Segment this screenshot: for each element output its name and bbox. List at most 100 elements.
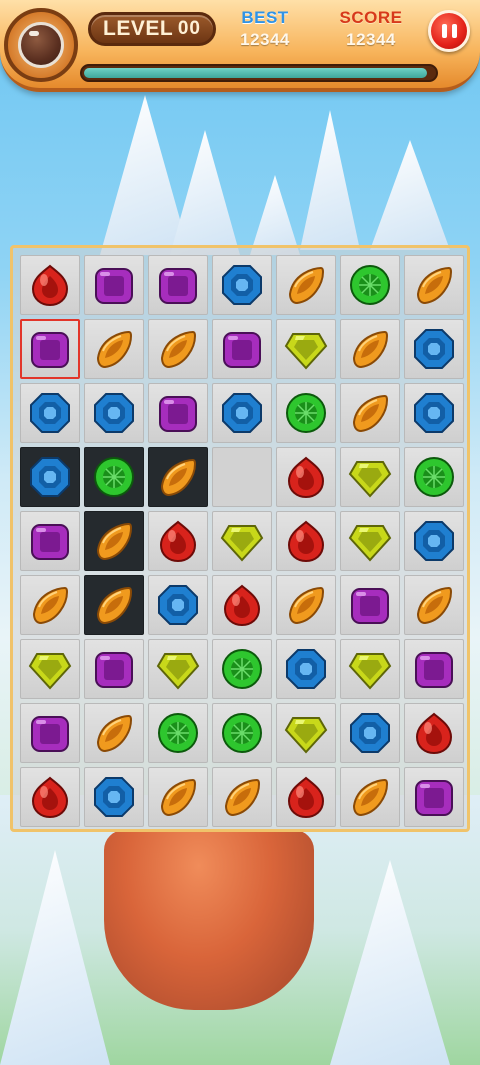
- board-cell[interactable]: [210, 381, 274, 445]
- gem-grid: [18, 253, 466, 829]
- yellow-gem-icon: [220, 525, 264, 562]
- orange-gem-icon: [416, 266, 453, 305]
- board-cell[interactable]: [402, 573, 466, 637]
- board-cell[interactable]: [18, 381, 82, 445]
- pause-button[interactable]: [428, 10, 470, 52]
- board-cell[interactable]: [82, 637, 146, 701]
- board-cell[interactable]: [338, 765, 402, 829]
- board-cell[interactable]: [210, 701, 274, 765]
- board-cell[interactable]: [82, 765, 146, 829]
- board-cell[interactable]: [18, 573, 82, 637]
- board-cell[interactable]: [338, 381, 402, 445]
- board-cell[interactable]: [18, 445, 82, 509]
- board-cell[interactable]: [274, 253, 338, 317]
- board-cell[interactable]: [210, 253, 274, 317]
- game-board: [10, 245, 470, 832]
- board-cell[interactable]: [146, 253, 210, 317]
- blue-gem-icon: [414, 393, 454, 433]
- pause-icon: [441, 24, 447, 38]
- board-cell[interactable]: [210, 509, 274, 573]
- board-cell[interactable]: [210, 445, 274, 509]
- board-cell[interactable]: [82, 317, 146, 381]
- board-cell[interactable]: [82, 253, 146, 317]
- level-label: LEVEL: [103, 17, 174, 40]
- board-cell[interactable]: [210, 573, 274, 637]
- board-cell[interactable]: [146, 317, 210, 381]
- blue-gem-icon: [350, 713, 390, 753]
- board-cell[interactable]: [210, 765, 274, 829]
- orange-gem-icon: [288, 586, 325, 625]
- orange-gem-icon: [224, 778, 261, 817]
- purple-gem-icon: [415, 780, 453, 816]
- board-cell[interactable]: [18, 317, 82, 381]
- board-cell[interactable]: [274, 637, 338, 701]
- ice-spire: [250, 175, 300, 255]
- purple-gem-icon: [351, 588, 389, 624]
- orange-gem-icon: [352, 330, 389, 369]
- orange-gem-icon: [32, 586, 69, 625]
- purple-gem-icon: [415, 652, 453, 688]
- board-cell[interactable]: [274, 445, 338, 509]
- orange-gem-icon: [160, 778, 197, 817]
- board-cell[interactable]: [338, 637, 402, 701]
- red-gem-icon: [31, 776, 69, 819]
- board-cell[interactable]: [146, 765, 210, 829]
- board-cell[interactable]: [274, 509, 338, 573]
- board-cell[interactable]: [146, 381, 210, 445]
- board-cell[interactable]: [18, 637, 82, 701]
- board-cell[interactable]: [18, 765, 82, 829]
- board-cell[interactable]: [338, 701, 402, 765]
- board-cell[interactable]: [82, 445, 146, 509]
- board-cell[interactable]: [338, 509, 402, 573]
- board-cell[interactable]: [210, 317, 274, 381]
- board-cell[interactable]: [146, 701, 210, 765]
- orange-gem-icon: [288, 266, 325, 305]
- score-label: SCORE: [339, 8, 403, 27]
- board-cell[interactable]: [18, 253, 82, 317]
- board-cell[interactable]: [82, 701, 146, 765]
- board-cell[interactable]: [338, 573, 402, 637]
- board-cell[interactable]: [82, 573, 146, 637]
- board-cell[interactable]: [402, 445, 466, 509]
- board-cell[interactable]: [274, 381, 338, 445]
- avatar-icon[interactable]: [4, 8, 78, 82]
- board-cell[interactable]: [210, 637, 274, 701]
- board-cell[interactable]: [274, 573, 338, 637]
- board-cell[interactable]: [402, 317, 466, 381]
- board-cell[interactable]: [82, 509, 146, 573]
- board-cell[interactable]: [18, 509, 82, 573]
- orange-gem-icon: [96, 586, 133, 625]
- red-gem-icon: [223, 584, 261, 627]
- board-cell[interactable]: [402, 765, 466, 829]
- board-cell[interactable]: [402, 253, 466, 317]
- purple-gem-icon: [31, 716, 69, 752]
- board-cell[interactable]: [18, 701, 82, 765]
- orange-gem-icon: [160, 458, 197, 497]
- yellow-gem-icon: [156, 653, 200, 690]
- pause-icon: [451, 24, 457, 38]
- ice-spire: [370, 140, 450, 250]
- board-cell[interactable]: [146, 445, 210, 509]
- purple-gem-icon: [159, 268, 197, 304]
- level-progress-bar: [80, 64, 438, 82]
- board-cell[interactable]: [338, 253, 402, 317]
- board-cell[interactable]: [402, 637, 466, 701]
- progress-fill: [84, 68, 427, 78]
- board-cell[interactable]: [274, 765, 338, 829]
- board-cell[interactable]: [402, 509, 466, 573]
- board-cell[interactable]: [146, 637, 210, 701]
- board-cell[interactable]: [274, 701, 338, 765]
- board-cell[interactable]: [402, 381, 466, 445]
- red-gem-icon: [287, 520, 325, 563]
- board-cell[interactable]: [146, 509, 210, 573]
- purple-gem-icon: [31, 332, 69, 368]
- blue-gem-icon: [30, 393, 70, 433]
- board-cell[interactable]: [82, 381, 146, 445]
- board-cell[interactable]: [402, 701, 466, 765]
- board-cell[interactable]: [338, 445, 402, 509]
- board-cell[interactable]: [146, 573, 210, 637]
- board-cell[interactable]: [338, 317, 402, 381]
- yellow-gem-icon: [284, 717, 328, 754]
- green-gem-icon: [286, 393, 326, 433]
- board-cell[interactable]: [274, 317, 338, 381]
